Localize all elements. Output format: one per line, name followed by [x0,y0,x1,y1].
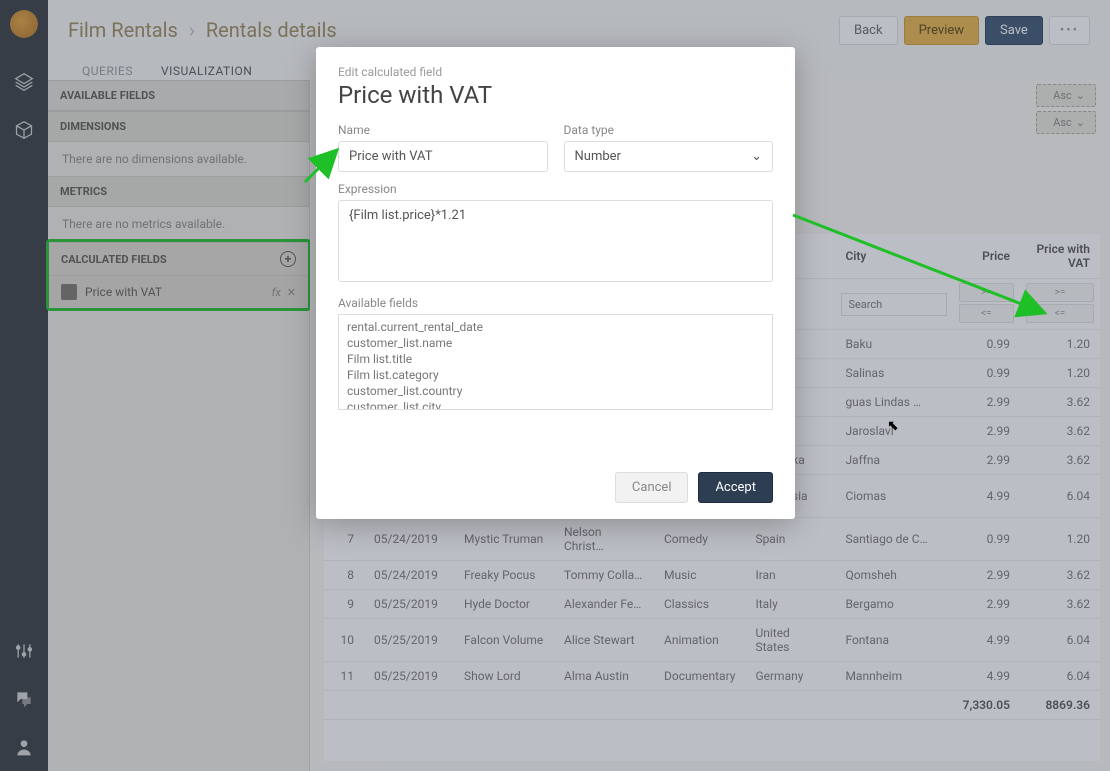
expression-label: Expression [338,182,773,196]
available-field-item[interactable]: customer_list.country [347,383,764,399]
name-input[interactable] [338,141,548,172]
available-fields-list[interactable]: rental.current_rental_datecustomer_list.… [338,314,773,410]
available-field-item[interactable]: customer_list.name [347,335,764,351]
datatype-select[interactable]: Number ⌄ [564,141,774,172]
available-field-item[interactable]: Film list.title [347,351,764,367]
datatype-label: Data type [564,123,774,137]
chevron-down-icon: ⌄ [751,149,762,164]
cancel-button[interactable]: Cancel [615,472,689,503]
available-field-item[interactable]: customer_list.city [347,399,764,410]
expression-input[interactable] [338,200,773,282]
modal-title: Price with VAT [338,81,773,109]
modal-label: Edit calculated field [338,65,773,79]
available-field-item[interactable]: Film list.category [347,367,764,383]
datatype-value: Number [575,149,621,164]
edit-calculated-field-modal: Edit calculated field Price with VAT Nam… [316,47,795,519]
accept-button[interactable]: Accept [698,472,773,503]
name-label: Name [338,123,548,137]
available-fields-label: Available fields [338,296,773,310]
available-field-item[interactable]: rental.current_rental_date [347,319,764,335]
